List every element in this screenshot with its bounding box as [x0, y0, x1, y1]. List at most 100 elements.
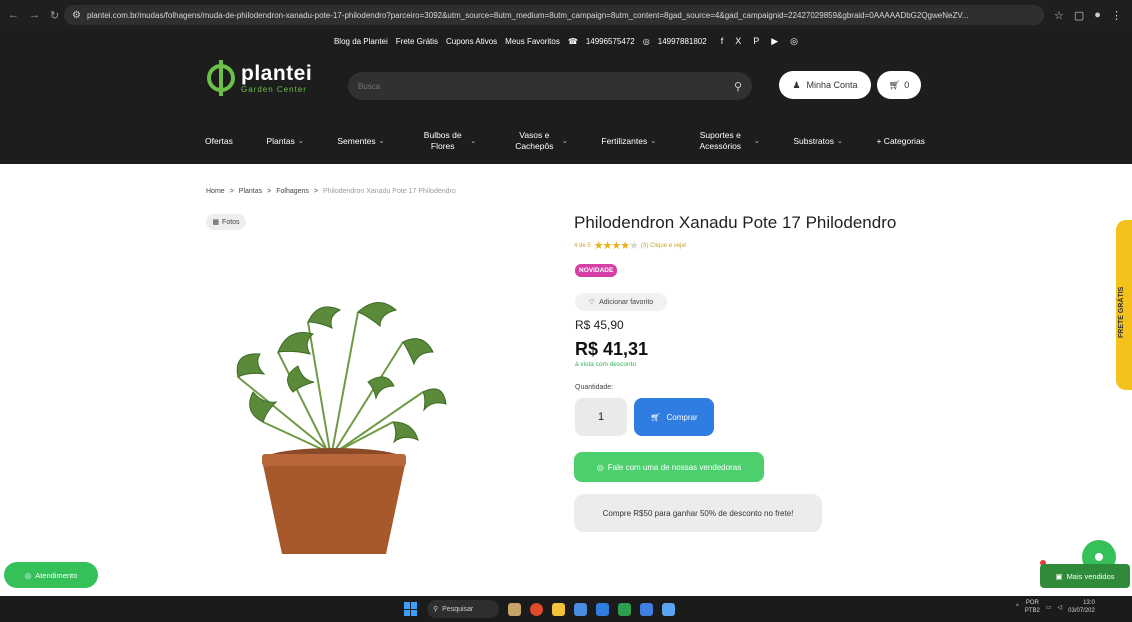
search-bar: ⚲ [348, 72, 752, 100]
menu-item-ofertas[interactable]: Ofertas [205, 136, 233, 147]
menu-item-plantas[interactable]: Plantas ⌄ [267, 136, 304, 147]
chevron-up-icon[interactable]: ^ [1016, 604, 1019, 610]
product-image[interactable] [218, 282, 450, 560]
breadcrumb-home[interactable]: Home [206, 188, 225, 195]
whatsapp-icon: ◎ [596, 462, 604, 472]
phone-icon: ☎ [567, 37, 578, 46]
volume-icon[interactable]: ◁ [1058, 604, 1063, 611]
language-indicator[interactable]: POR PTB2 [1025, 599, 1040, 615]
reviews-link[interactable]: (3) Clique e veja! [641, 243, 686, 249]
outlook-icon[interactable] [640, 602, 653, 616]
buy-button[interactable]: 🛒︎ Comprar [634, 398, 714, 436]
pinterest-icon[interactable]: P [753, 36, 759, 47]
search-input[interactable] [358, 81, 734, 91]
breadcrumb-current: Philodendron Xanadu Pote 17 Philodendro [323, 188, 456, 195]
quantity-stepper[interactable]: 1 [575, 398, 627, 436]
menu-item-vasos[interactable]: Vasos e Cachepôs ⌄ [510, 130, 568, 152]
site-header: Blog da Plantei Frete Grátis Cupons Ativ… [0, 30, 1132, 164]
menu-item-categorias[interactable]: + Categorias [876, 136, 924, 147]
taskbar-search[interactable]: ⚲ Pesquisar [427, 600, 499, 618]
clock-time: 13:0 [1083, 600, 1095, 606]
menu-label: Suportes e Acessórios [699, 130, 742, 151]
clock[interactable]: 13:0 03/07/202 [1068, 599, 1095, 615]
cart-count: 0 [904, 80, 910, 90]
file-explorer-icon[interactable] [552, 602, 565, 616]
quantity-value[interactable]: 1 [598, 411, 604, 423]
menu-label: Bulbos de Flores [423, 130, 462, 151]
favorite-label: Adicionar favorito [599, 298, 654, 306]
back-icon[interactable]: ← [8, 9, 19, 22]
site-info-icon[interactable]: ⚙ [72, 10, 81, 21]
account-button[interactable]: ♟ Minha Conta [779, 71, 871, 99]
logo-subtitle: Garden Center [241, 84, 307, 94]
teams-icon[interactable] [662, 602, 675, 616]
free-shipping-tab[interactable]: FRETE GRÁTIS [1116, 220, 1132, 390]
phone-number[interactable]: 14996575472 [586, 37, 635, 46]
cart-icon: 🛒︎ [888, 79, 901, 90]
cart-button[interactable]: 🛒︎ 0 [877, 71, 921, 99]
chevron-down-icon: ⌄ [650, 137, 657, 145]
mais-vendidos-button[interactable]: ▣ Mais vendidos [1040, 564, 1130, 588]
instagram-icon[interactable]: ◎ [790, 36, 798, 47]
photos-button[interactable]: ▦ Fotos [206, 214, 246, 230]
star-rating-icon: ★★★★★ [593, 240, 639, 252]
forward-icon[interactable]: → [29, 9, 40, 22]
free-shipping-label: FRETE GRÁTIS [1118, 286, 1125, 338]
link-cupons[interactable]: Cupons Ativos [446, 37, 497, 46]
facebook-icon[interactable]: f [721, 36, 724, 47]
browser-actions: ☆ ▢ ● ⋮ [1054, 9, 1122, 22]
logo-leaf-icon [205, 60, 237, 96]
site-logo[interactable]: plantei Garden Center [205, 60, 312, 96]
reload-icon[interactable]: ↻ [50, 9, 59, 22]
taskbar-search-label: Pesquisar [442, 605, 474, 613]
menu-item-bulbos[interactable]: Bulbos de Flores ⌄ [418, 130, 476, 152]
bookmark-star-icon[interactable]: ☆ [1054, 9, 1064, 22]
link-blog[interactable]: Blog da Plantei [334, 37, 388, 46]
whatsapp-number[interactable]: 14997881802 [658, 37, 707, 46]
breadcrumb-folhagens[interactable]: Folhagens [276, 188, 309, 195]
breadcrumb-separator: > [267, 188, 272, 195]
menu-item-suportes[interactable]: Suportes e Acessórios ⌄ [690, 130, 759, 152]
price-note: à vista com desconto [575, 361, 637, 368]
chat-seller-button[interactable]: ◎ Fale com uma de nossas vendedoras [574, 452, 764, 482]
chevron-down-icon: ⌄ [836, 137, 843, 145]
chevron-down-icon: ⌄ [561, 137, 568, 145]
windows-taskbar: ⚲ Pesquisar ^ POR PTB2 ▭ ◁ 13:0 03/07/20… [0, 596, 1132, 622]
product-rating[interactable]: 4 de 5 ★★★★★ (3) Clique e veja! [574, 239, 686, 252]
heart-icon: ♡ [588, 299, 596, 306]
mail-icon[interactable] [596, 602, 609, 616]
menu-item-substratos[interactable]: Substratos ⌄ [793, 136, 843, 147]
quantity-label: Quantidade: [575, 384, 614, 391]
extensions-icon[interactable]: ▢ [1074, 9, 1084, 22]
url-text[interactable]: plantei.com.br/mudas/folhagens/muda-de-p… [87, 11, 1027, 20]
breadcrumb-plantas[interactable]: Plantas [239, 188, 262, 195]
store-icon[interactable] [574, 602, 587, 616]
menu-label: + Categorias [876, 135, 925, 146]
browser-menu-icon[interactable]: ⋮ [1111, 9, 1122, 22]
widgets-icon[interactable] [508, 602, 521, 616]
menu-item-fertilizantes[interactable]: Fertilizantes ⌄ [601, 136, 656, 147]
network-icon[interactable]: ▭ [1046, 604, 1052, 611]
add-favorite-button[interactable]: ♡ Adicionar favorito [575, 293, 667, 311]
address-bar[interactable]: ⚙ plantei.com.br/mudas/folhagens/muda-de… [64, 5, 1044, 25]
profile-icon[interactable]: ● [1094, 9, 1101, 22]
search-icon[interactable]: ⚲ [734, 80, 742, 93]
link-favoritos[interactable]: Meus Favoritos [505, 37, 560, 46]
chrome-icon[interactable] [530, 602, 543, 616]
link-frete-gratis[interactable]: Frete Grátis [396, 37, 438, 46]
atendimento-button[interactable]: ◎ Atendimento [4, 562, 98, 588]
lang-top: POR [1025, 600, 1039, 606]
whatsapp-icon: ◎ [642, 37, 650, 46]
menu-item-sementes[interactable]: Sementes ⌄ [337, 136, 384, 147]
account-label: Minha Conta [806, 80, 858, 90]
old-price: R$ 45,90 [575, 318, 624, 332]
x-icon[interactable]: X [735, 36, 741, 47]
menu-label: Ofertas [205, 135, 233, 146]
logo-name: plantei [241, 61, 313, 85]
windows-start-icon[interactable] [404, 602, 418, 616]
excel-icon[interactable] [618, 602, 631, 616]
top-links-bar: Blog da Plantei Frete Grátis Cupons Ativ… [0, 36, 1132, 47]
menu-label: Substratos [793, 135, 834, 146]
social-links: f X P ▶ ◎ [721, 36, 798, 47]
youtube-icon[interactable]: ▶ [771, 36, 778, 47]
